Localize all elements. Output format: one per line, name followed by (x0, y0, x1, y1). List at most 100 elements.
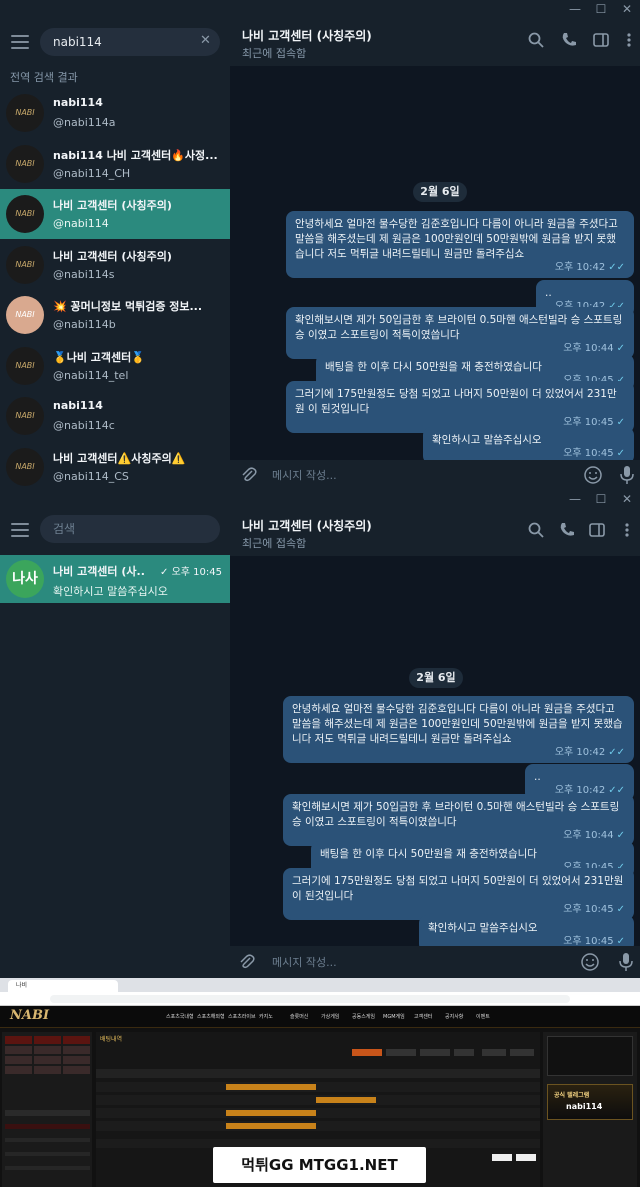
site-nav-item[interactable]: 슬롯머신 (290, 1013, 308, 1020)
attach-icon[interactable] (240, 466, 258, 484)
message-input[interactable]: 메시지 작성... (272, 954, 337, 970)
site-nav-item[interactable]: 스포츠해외형 (197, 1013, 225, 1020)
table-row[interactable] (96, 1108, 540, 1118)
league-row[interactable] (5, 1138, 90, 1142)
menu-icon[interactable] (11, 523, 29, 537)
message-text: 안녕하세요 얼마전 물수당한 김준호입니다 다름이 아니라 원금을 주셨다고 말… (292, 703, 623, 745)
more-icon[interactable] (620, 31, 638, 49)
search-input[interactable]: 검색 (40, 515, 220, 543)
minimize-icon[interactable]: — (562, 0, 588, 18)
left-menu-button[interactable] (5, 1066, 32, 1074)
footer-button[interactable] (516, 1154, 536, 1161)
chat-header: 나비 고객센터 (사칭주의) 최근에 접속함 (230, 18, 640, 66)
message-bubble[interactable]: 그러기에 175만원정도 당첨 되었고 나머지 50만원이 더 있었어서 231… (286, 381, 634, 433)
chat-title[interactable]: 나비 고객센터 (사칭주의) (242, 517, 372, 534)
close-icon[interactable]: ✕ (614, 490, 640, 508)
sidebar-toggle-icon[interactable] (592, 31, 610, 49)
league-row[interactable] (5, 1152, 90, 1156)
left-menu-button[interactable] (5, 1056, 32, 1064)
site-nav-item[interactable]: MGM게임 (383, 1013, 405, 1020)
league-row[interactable] (5, 1166, 90, 1170)
telegram-promo-banner[interactable]: 공식 텔레그램 nabi114 (547, 1084, 633, 1120)
microphone-icon[interactable] (619, 465, 635, 485)
filter-button[interactable] (482, 1049, 506, 1056)
search-icon[interactable] (527, 521, 545, 539)
search-result-item[interactable]: NABI 💥 꽁머니정보 먹튀검증 정보... @nabi114b (0, 290, 230, 340)
phone-icon[interactable] (558, 521, 576, 539)
left-menu-button[interactable] (63, 1056, 90, 1064)
filter-button[interactable] (420, 1049, 450, 1056)
search-result-item[interactable]: NABI nabi114 @nabi114c (0, 391, 230, 441)
site-nav-item[interactable]: 가상게임 (321, 1013, 339, 1020)
left-menu-button[interactable] (63, 1036, 90, 1044)
emoji-icon[interactable] (580, 952, 600, 972)
search-result-item[interactable]: NABI 나비 고객센터 (사칭주의) @nabi114 (0, 189, 230, 239)
left-menu-button[interactable] (34, 1046, 61, 1054)
message-bubble[interactable]: 확인해보시면 제가 50입금한 후 브라이턴 0.5마핸 애스턴빌라 승 스포트… (286, 307, 634, 359)
site-nav-item[interactable]: 스포츠라이브 (228, 1013, 256, 1020)
emoji-icon[interactable] (583, 465, 603, 485)
more-icon[interactable] (618, 521, 636, 539)
clear-search-icon[interactable]: ✕ (200, 33, 211, 48)
filter-button[interactable] (386, 1049, 416, 1056)
message-text: 확인해보시면 제가 50입금한 후 브라이턴 0.5마핸 애스턴빌라 승 스포트… (295, 314, 623, 341)
search-result-item[interactable]: NABI 나비 고객센터⚠️사칭주의⚠️ @nabi114_CS (0, 442, 230, 491)
left-input[interactable] (5, 1110, 90, 1116)
site-nav-item[interactable]: 카지노 (259, 1013, 273, 1020)
message-bubble[interactable]: 확인하시고 말씀주십시오 오후 10:45 ✓ (423, 427, 634, 464)
phone-icon[interactable] (560, 31, 578, 49)
chat-panel: 나비 고객센터 (사칭주의) 최근에 접속함 2월 6일 안녕하세요 얼마전 물… (230, 508, 640, 978)
result-name: 🥇나비 고객센터🥇 (53, 350, 145, 364)
browser-tab[interactable]: 나비 (8, 980, 118, 992)
table-row[interactable] (96, 1082, 540, 1092)
message-bubble[interactable]: 안녕하세요 얼마전 물수당한 김준호입니다 다름이 아니라 원금을 주셨다고 말… (286, 211, 634, 278)
maximize-icon[interactable]: ☐ (588, 490, 614, 508)
site-nav-item[interactable]: 고객센터 (414, 1013, 432, 1020)
date-separator: 2월 6일 (409, 668, 463, 688)
table-header (96, 1069, 540, 1078)
minimize-icon[interactable]: — (562, 490, 588, 508)
site-nav-item[interactable]: 공지사항 (445, 1013, 463, 1020)
filter-button[interactable] (454, 1049, 474, 1056)
message-bubble[interactable]: 그러기에 175만원정도 당첨 되었고 나머지 50만원이 더 있었어서 231… (283, 868, 634, 920)
filter-button[interactable] (352, 1049, 382, 1056)
url-field[interactable] (50, 995, 570, 1003)
left-menu-button[interactable] (34, 1066, 61, 1074)
message-bubble[interactable]: 확인해보시면 제가 50입금한 후 브라이턴 0.5마핸 애스턴빌라 승 스포트… (283, 794, 634, 846)
message-input[interactable]: 메시지 작성... (272, 467, 337, 483)
site-nav-item[interactable]: 공동스게임 (352, 1013, 375, 1020)
left-menu-button[interactable] (63, 1066, 90, 1074)
chat-list-item[interactable]: 나사 나비 고객센터 (사... ✓ 오후 10:45 확인하시고 말씀주십시오 (0, 555, 230, 603)
site-nav-item[interactable]: 스포츠국내형 (166, 1013, 194, 1020)
left-menu-button[interactable] (5, 1036, 32, 1044)
sidebar-toggle-icon[interactable] (588, 521, 606, 539)
table-row[interactable] (96, 1121, 540, 1131)
close-icon[interactable]: ✕ (614, 0, 640, 18)
search-result-item[interactable]: NABI 나비 고객센터 (사칭주의) @nabi114s (0, 240, 230, 290)
maximize-icon[interactable]: ☐ (588, 0, 614, 18)
search-icon[interactable] (527, 31, 545, 49)
message-text: 안녕하세요 얼마전 물수당한 김준호입니다 다름이 아니라 원금을 주셨다고 말… (295, 218, 618, 260)
search-result-item[interactable]: NABI nabi114 나비 고객센터🔥사정... @nabi114_CH (0, 139, 230, 189)
avatar: NABI (6, 296, 44, 334)
filter-button[interactable] (510, 1049, 534, 1056)
search-result-item[interactable]: NABI nabi114 @nabi114a (0, 88, 230, 138)
chat-title[interactable]: 나비 고객센터 (사칭주의) (242, 27, 372, 44)
menu-icon[interactable] (11, 35, 29, 49)
search-result-item[interactable]: NABI 🥇나비 고객센터🥇 @nabi114_tel (0, 341, 230, 391)
left-menu-button[interactable] (63, 1046, 90, 1054)
attach-icon[interactable] (238, 953, 256, 971)
site-nav-item[interactable]: 이벤트 (476, 1013, 490, 1020)
table-row[interactable] (96, 1095, 540, 1105)
result-name: 나비 고객센터 (사칭주의) (53, 199, 172, 212)
footer-button[interactable] (492, 1154, 512, 1161)
left-menu-button[interactable] (34, 1036, 61, 1044)
result-name: 나비 고객센터 (사칭주의) (53, 249, 172, 263)
message-bubble[interactable]: 안녕하세요 얼마전 물수당한 김준호입니다 다름이 아니라 원금을 주셨다고 말… (283, 696, 634, 763)
browser-address-bar[interactable] (0, 992, 640, 1006)
left-menu-button[interactable] (5, 1046, 32, 1054)
site-logo[interactable]: NABI (10, 1008, 49, 1023)
search-input[interactable]: nabi114 (40, 28, 220, 56)
left-menu-button[interactable] (34, 1056, 61, 1064)
microphone-icon[interactable] (618, 952, 634, 972)
